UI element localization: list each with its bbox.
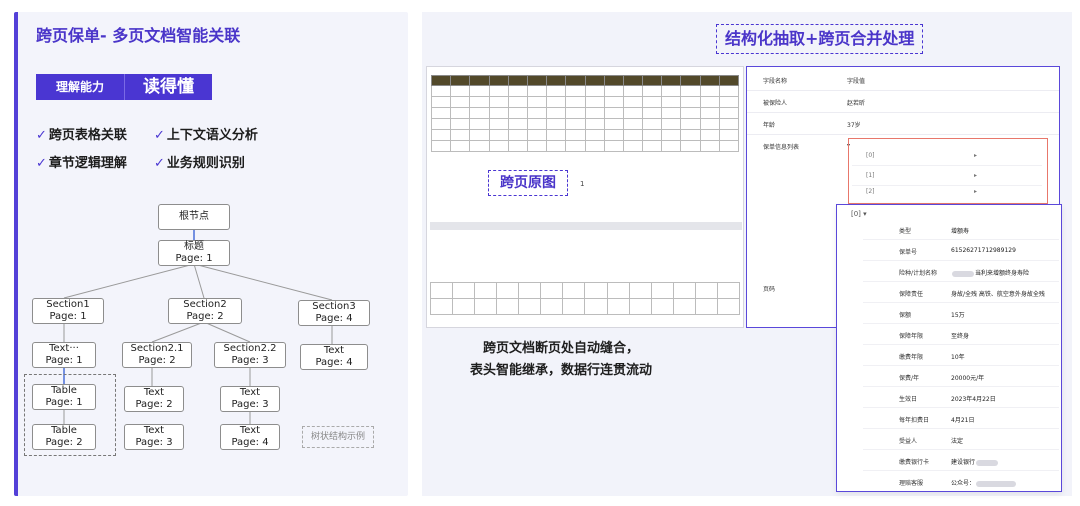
policy-list-item[interactable]: [2] ▸ [852,184,1042,204]
expand-icon: ▸ [974,152,978,159]
caption: 跨页文档断页处自动缝合， 表头智能继承，数据行连贯流动 [469,341,652,378]
redacted-mark [952,270,974,277]
right-title: 结构化抽取+跨页合并处理 [716,24,924,54]
detail-row: 每年扣费日 4月21日 [863,408,1059,429]
policy-list-item[interactable]: [1] ▸ [852,166,1042,186]
redacted-mark [976,459,999,466]
policy-detail-card: [0] ▾ 类型 增额寿 保单号 61526271712989129 险种/计划名称… [836,204,1062,492]
field-row: 被保险人 赵若昕 [747,91,1059,113]
detail-row: 生效日 2023年4月22日 [863,387,1059,408]
original-image-label: 跨页原图 [488,170,568,196]
tree-node-section2-1: Section2.1 Page: 2 [122,342,192,368]
tree-node-section1: Section1 Page: 1 [32,298,104,324]
redacted-mark [976,480,1017,487]
tree-node-table: Table Page: 1 [32,384,96,410]
field-row: 字段名称 字段值 [747,69,1059,91]
tree-node-table: Table Page: 2 [32,424,96,450]
collapse-icon: ▾ [863,210,867,218]
detail-row: 保单号 61526271712989129 [863,240,1059,261]
page-break-band [430,222,742,230]
tree-example-label: 树状结构示例 [302,426,374,448]
detail-row: 保费/年 20000元/年 [863,366,1059,387]
detail-row: 类型 增额寿 [863,219,1059,240]
tree-node-text: Text Page: 4 [220,424,280,450]
detail-row: 缴费年限 10年 [863,345,1059,366]
document-table-page2 [429,282,741,315]
tree-node-section2: Section2 Page: 2 [168,298,242,324]
tree-node-section2-2: Section2.2 Page: 3 [214,342,286,368]
policy-list-item[interactable]: [0] ▸ [852,146,1042,166]
original-page-number: 1 [580,180,585,188]
detail-row: 受益人 法定 [863,429,1059,450]
left-panel: 跨页保单- 多页文档智能关联 理解能力 读得懂 ✓ 跨页表格关联 ✓ 上下文语义分析… [14,12,408,496]
detail-row: 保额 15万 [863,303,1059,324]
tree-node-section3: Section3 Page: 4 [298,300,370,326]
document-table-page1 [430,75,740,152]
detail-index: [0] ▾ [851,210,867,218]
detail-row: 理赔客服 公众号： [863,471,1059,492]
tree-node-text: Text Page: 3 [124,424,184,450]
tree-node-title: 标题 Page: 1 [158,240,230,266]
slide: 跨页保单- 多页文档智能关联 理解能力 读得懂 ✓ 跨页表格关联 ✓ 上下文语义分析… [0,0,1080,506]
expand-icon: ▸ [974,188,978,195]
tree-node-root: 根节点 [158,204,230,230]
detail-row: 保障责任 身故/全残 高铁、航空意外身故全残 [863,282,1059,303]
detail-row: 保障年限 至终身 [863,324,1059,345]
detail-row: 缴费银行卡 建设银行 [863,450,1059,471]
detail-row: 险种/计划名称 当利来增额终身寿险 [863,261,1059,282]
tree-node-text: Text Page: 4 [300,344,368,370]
tree-node-text: Text··· Page: 1 [32,342,96,368]
field-row: 年龄 37岁 [747,113,1059,135]
expand-icon: ▸ [974,172,978,179]
tree-node-text: Text Page: 2 [124,386,184,412]
tree-node-text: Text Page: 3 [220,386,280,412]
